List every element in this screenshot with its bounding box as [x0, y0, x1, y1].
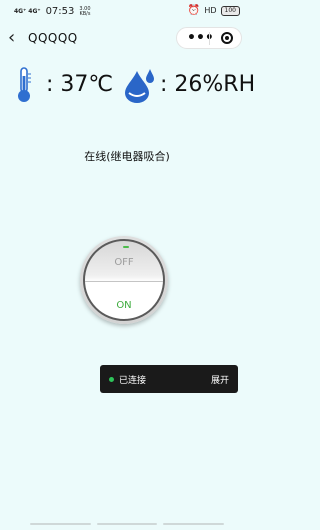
- connection-status-label: 已连接: [119, 376, 147, 386]
- capsule-divider: [209, 32, 210, 45]
- temperature-reading: : 37℃: [46, 72, 114, 97]
- bottom-edge-segment: [30, 523, 91, 525]
- switch-face[interactable]: OFF ON: [83, 239, 165, 321]
- thermometer-icon: [18, 67, 31, 102]
- switch-off-label: OFF: [114, 257, 134, 268]
- humidity-reading: : 26%RH: [160, 72, 256, 97]
- bottom-edge-bar: [30, 523, 225, 525]
- indicator-led: [123, 246, 129, 248]
- relay-power-switch[interactable]: OFF ON: [80, 236, 168, 324]
- mini-program-capsule: •••: [176, 27, 242, 49]
- status-bar: 4G⁺ 4G⁺ 07:53 3.00 KB/s ⏰ HD 100: [0, 0, 254, 24]
- status-right: ⏰ HD 100: [188, 5, 240, 16]
- switch-divider: [85, 281, 163, 282]
- battery-indicator: 100: [220, 5, 240, 16]
- bottom-edge-segment: [163, 523, 225, 525]
- connection-toast[interactable]: 已连接 展开: [100, 365, 238, 393]
- navigation-bar: ‹ QQQQQ •••: [0, 25, 254, 53]
- signal-indicator-2: 4G⁺: [28, 8, 41, 15]
- water-drop-icon: [125, 69, 154, 103]
- hd-indicator: HD: [204, 6, 217, 15]
- chevron-left-icon[interactable]: ‹: [8, 27, 15, 49]
- expand-button[interactable]: 展开: [211, 373, 229, 386]
- signal-indicator-1: 4G⁺: [14, 8, 27, 15]
- clock-time: 07:53: [45, 6, 75, 17]
- bottom-edge-segment: [96, 523, 158, 525]
- network-speed-unit: KB/s: [79, 10, 91, 17]
- device-status-text: 在线(继电器吸合): [84, 150, 170, 163]
- switch-on-label: ON: [116, 300, 132, 311]
- connected-dot-icon: [109, 377, 114, 382]
- target-circle-icon[interactable]: [221, 32, 233, 44]
- alarm-clock-icon: ⏰: [187, 5, 201, 16]
- status-left: 4G⁺ 4G⁺ 07:53 3.00 KB/s: [14, 6, 91, 17]
- network-speed: 3.00 KB/s: [79, 6, 91, 17]
- page-title: QQQQQ: [28, 31, 78, 45]
